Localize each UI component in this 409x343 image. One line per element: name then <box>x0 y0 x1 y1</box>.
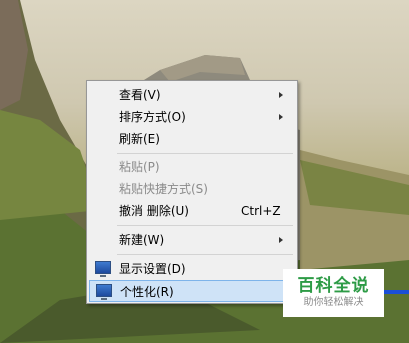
menu-separator <box>117 153 293 154</box>
menu-item-label: 个性化(R) <box>120 285 174 299</box>
menu-item-label: 查看(V) <box>119 88 161 102</box>
menu-item-undo-delete[interactable]: 撤消 删除(U) Ctrl+Z <box>89 200 293 222</box>
watermark-subtitle: 助你轻松解决 <box>303 297 364 308</box>
menu-item-view[interactable]: 查看(V) <box>89 84 293 106</box>
menu-item-sort-by[interactable]: 排序方式(O) <box>89 106 293 128</box>
menu-item-label: 新建(W) <box>119 233 165 247</box>
menu-item-label: 粘贴(P) <box>119 160 160 174</box>
menu-item-personalize[interactable]: 个性化(R) <box>89 280 293 302</box>
menu-item-new[interactable]: 新建(W) <box>89 229 293 251</box>
desktop-context-menu: 查看(V) 排序方式(O) 刷新(E) 粘贴(P) 粘贴快捷方式(S) 撤消 删… <box>86 80 298 304</box>
submenu-arrow-icon <box>279 92 283 98</box>
watermark-title: 百科全说 <box>297 276 370 296</box>
menu-item-paste: 粘贴(P) <box>89 156 293 178</box>
watermark-logo: 百科全说 助你轻松解决 <box>283 269 384 317</box>
submenu-arrow-icon <box>279 114 283 120</box>
accent-bar <box>384 290 409 294</box>
menu-separator <box>117 225 293 226</box>
menu-item-refresh[interactable]: 刷新(E) <box>89 128 293 150</box>
menu-item-label: 刷新(E) <box>119 132 160 146</box>
personalize-icon <box>96 284 112 300</box>
menu-item-label: 粘贴快捷方式(S) <box>119 182 208 196</box>
submenu-arrow-icon <box>279 237 283 243</box>
menu-item-label: 显示设置(D) <box>119 262 186 276</box>
display-settings-icon <box>95 261 111 277</box>
menu-separator <box>117 254 293 255</box>
menu-item-display-settings[interactable]: 显示设置(D) <box>89 258 293 280</box>
menu-item-paste-shortcut: 粘贴快捷方式(S) <box>89 178 293 200</box>
menu-item-label: 排序方式(O) <box>119 110 186 124</box>
menu-item-label: 撤消 删除(U) <box>119 204 189 218</box>
menu-item-shortcut: Ctrl+Z <box>241 204 281 218</box>
